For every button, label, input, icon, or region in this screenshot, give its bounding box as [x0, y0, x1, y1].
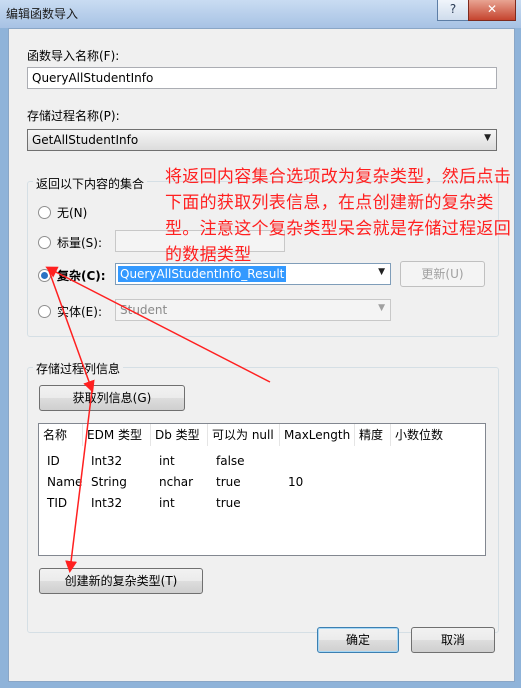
arrow-to-create-complex — [65, 389, 93, 573]
arrow-to-complex-radio — [45, 266, 271, 383]
dialog-window: 编辑函数导入 ? ✕ 函数导入名称(F): QueryAllStudentInf… — [0, 0, 521, 688]
arrow-to-get-columns — [47, 267, 95, 393]
annotation-arrows — [45, 266, 271, 573]
